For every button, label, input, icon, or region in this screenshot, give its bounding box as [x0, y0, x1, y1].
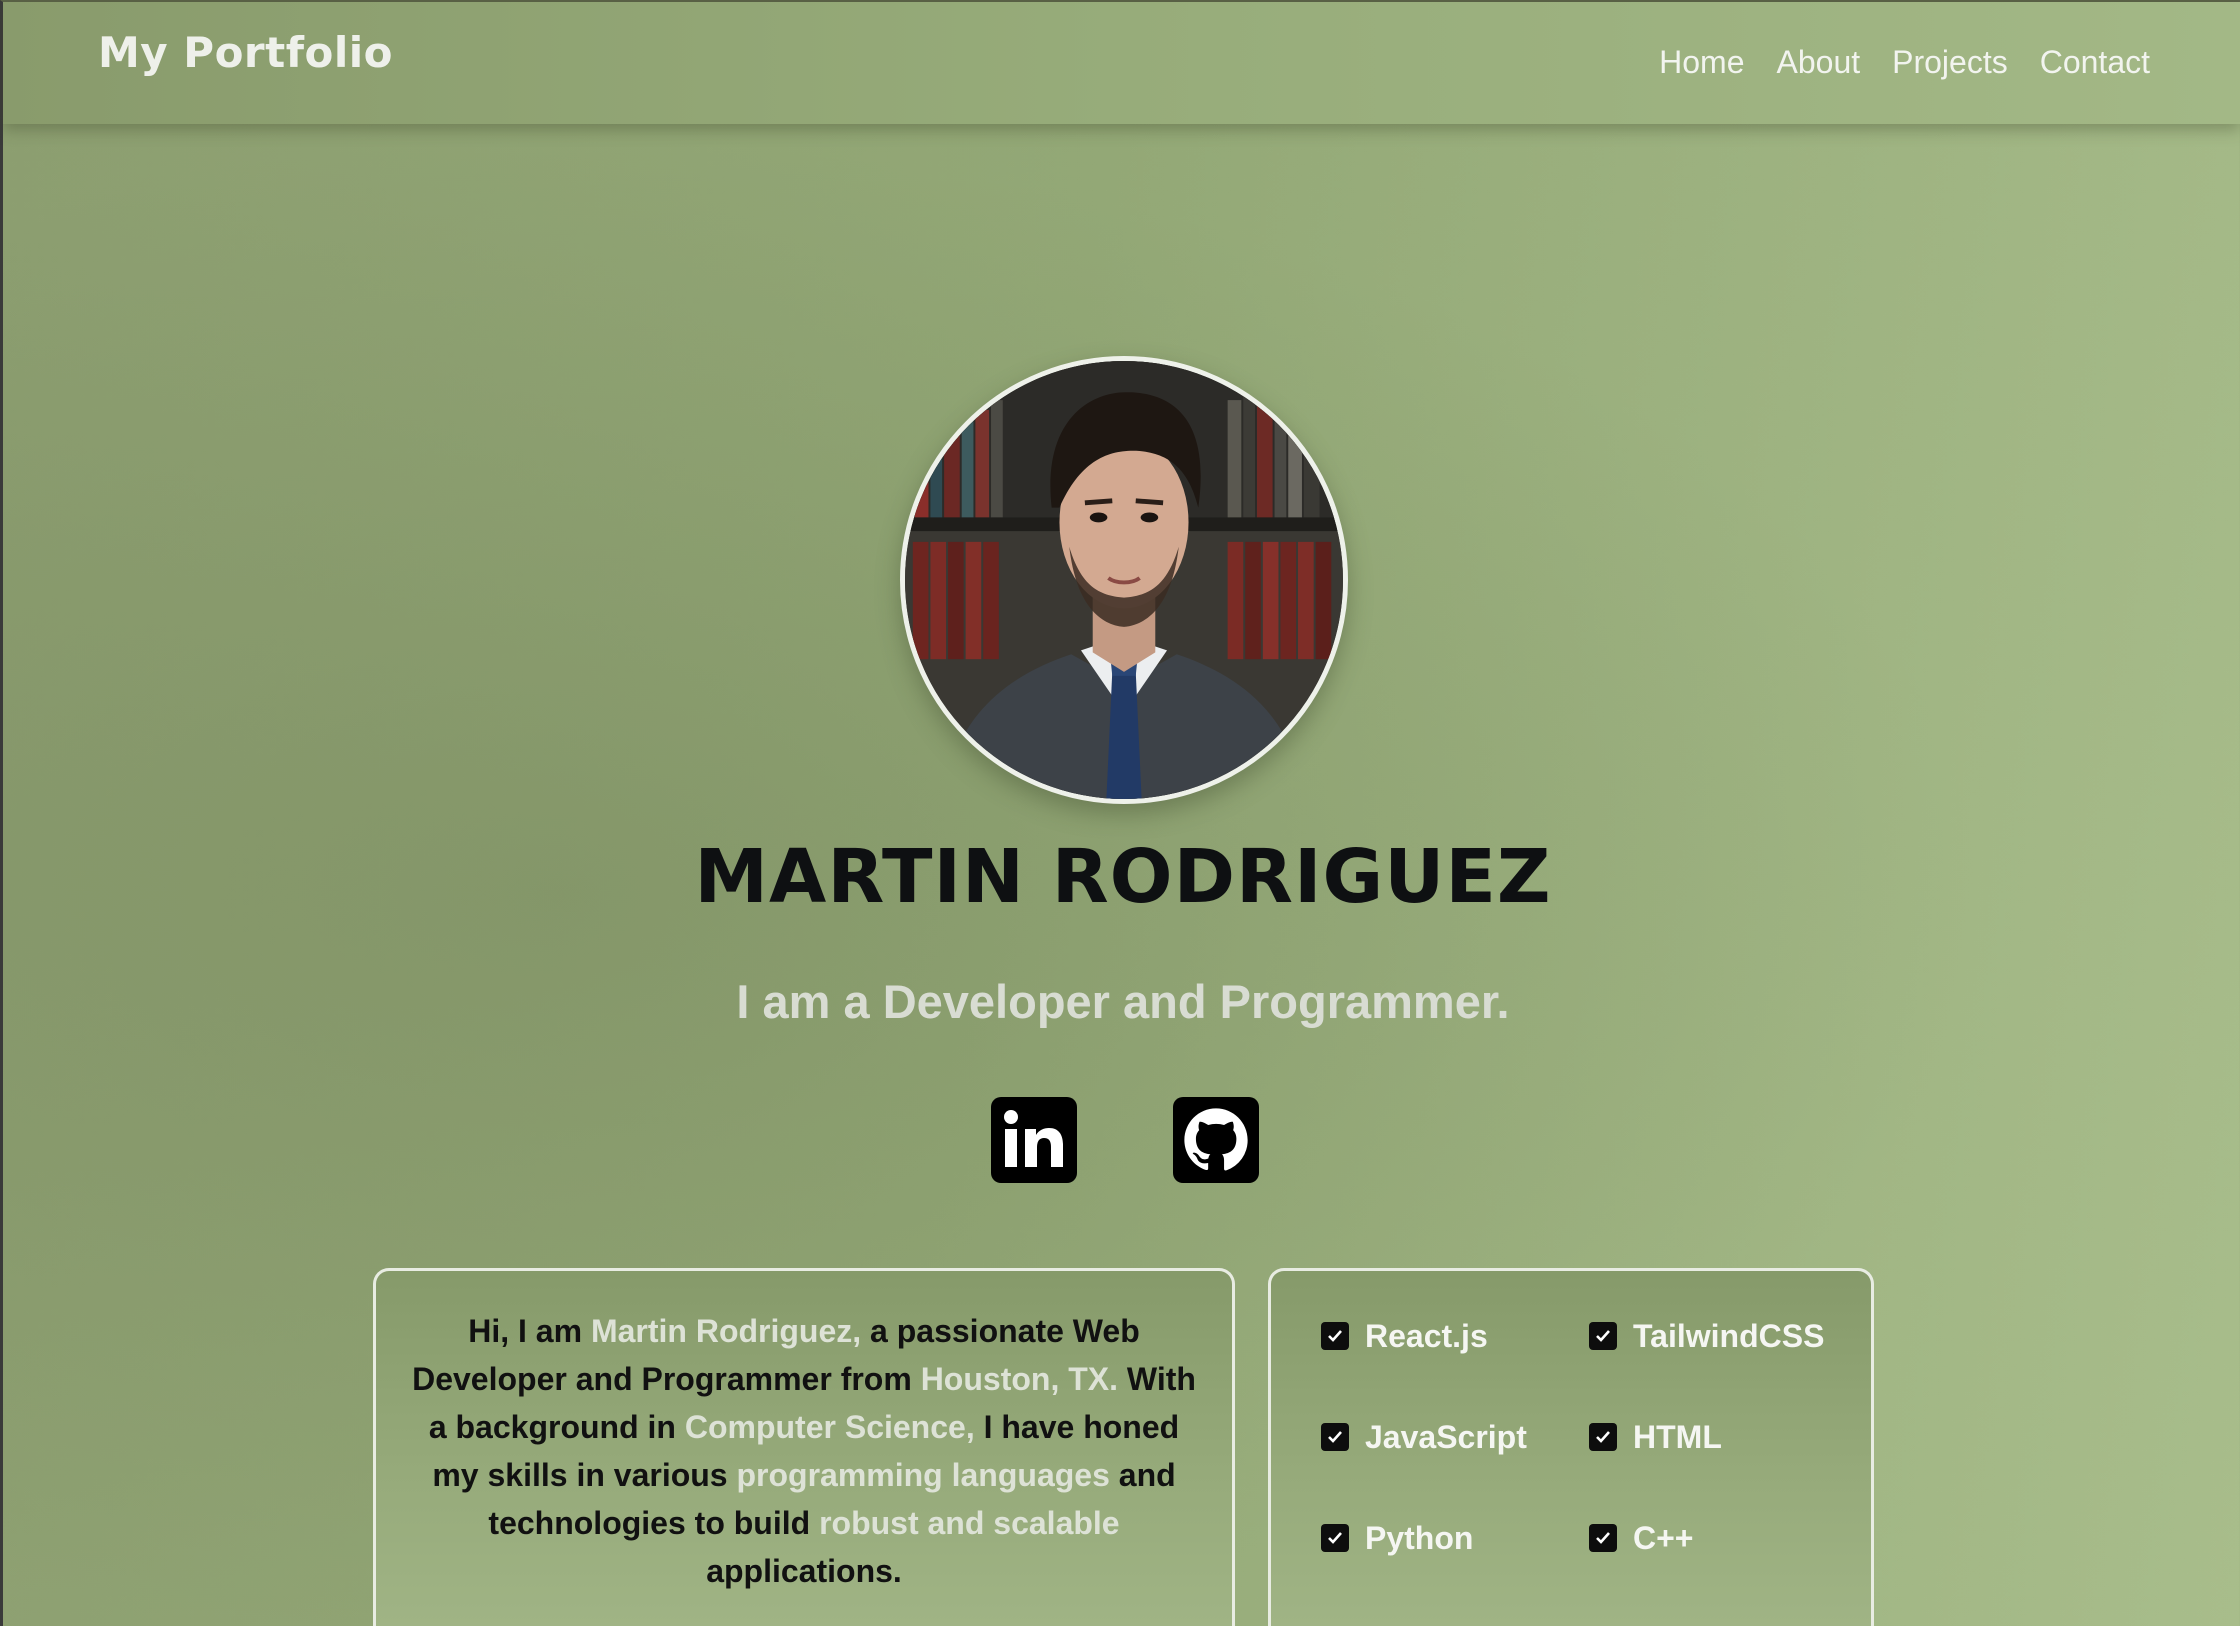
github-link[interactable]: [1173, 1097, 1259, 1183]
nav-link-about[interactable]: About: [1777, 44, 1861, 81]
linkedin-icon: [1004, 1110, 1063, 1167]
skill-label: TailwindCSS: [1633, 1317, 1825, 1354]
nav-link-contact[interactable]: Contact: [2040, 44, 2150, 81]
skill-label: JavaScript: [1365, 1418, 1527, 1455]
skill-item-cpp: C++: [1589, 1519, 1829, 1556]
checkbox-icon: [1321, 1322, 1349, 1350]
skill-label: HTML: [1633, 1418, 1722, 1455]
linkedin-link[interactable]: [991, 1097, 1077, 1183]
checkbox-icon: [1589, 1524, 1617, 1552]
about-highlight-location: Houston, TX.: [920, 1361, 1118, 1397]
skills-card: React.js TailwindCSS JavaScript HTML Pyt…: [1268, 1268, 1874, 1626]
top-navbar: My Portfolio Home About Projects Contact: [3, 2, 2240, 124]
hero-tagline: I am a Developer and Programmer.: [736, 975, 1510, 1028]
about-highlight-field: Computer Science,: [684, 1409, 975, 1445]
skill-item-reactjs: React.js: [1321, 1317, 1589, 1354]
about-card: Hi, I am Martin Rodriguez, a passionate …: [373, 1268, 1235, 1626]
about-text-part: applications.: [706, 1553, 902, 1589]
profile-avatar: [900, 356, 1348, 804]
hero-name: MARTIN RODRIGUEZ: [694, 834, 1552, 920]
about-text-part: Hi, I am: [468, 1313, 591, 1349]
github-icon: [1184, 1108, 1248, 1171]
skill-label: React.js: [1365, 1317, 1488, 1354]
profile-photo: [905, 361, 1343, 799]
about-text: Hi, I am Martin Rodriguez, a passionate …: [406, 1307, 1202, 1595]
checkbox-icon: [1589, 1423, 1617, 1451]
skill-item-javascript: JavaScript: [1321, 1418, 1589, 1455]
about-highlight-name: Martin Rodriguez,: [590, 1313, 862, 1349]
nav-link-home[interactable]: Home: [1659, 44, 1744, 81]
skills-grid: React.js TailwindCSS JavaScript HTML Pyt…: [1321, 1317, 1871, 1556]
skill-item-python: Python: [1321, 1519, 1589, 1556]
about-highlight-languages: programming languages: [736, 1457, 1110, 1493]
nav-link-projects[interactable]: Projects: [1892, 44, 2008, 81]
nav-links: Home About Projects Contact: [1659, 44, 2150, 81]
about-highlight-quality: robust and scalable: [819, 1505, 1120, 1541]
checkbox-icon: [1589, 1322, 1617, 1350]
brand-logo[interactable]: My Portfolio: [98, 28, 393, 77]
checkbox-icon: [1321, 1423, 1349, 1451]
skill-label: C++: [1633, 1519, 1694, 1556]
skill-item-html: HTML: [1589, 1418, 1829, 1455]
skill-label: Python: [1365, 1519, 1474, 1556]
checkbox-icon: [1321, 1524, 1349, 1552]
skill-item-tailwindcss: TailwindCSS: [1589, 1317, 1829, 1354]
social-links: [991, 1097, 1259, 1183]
